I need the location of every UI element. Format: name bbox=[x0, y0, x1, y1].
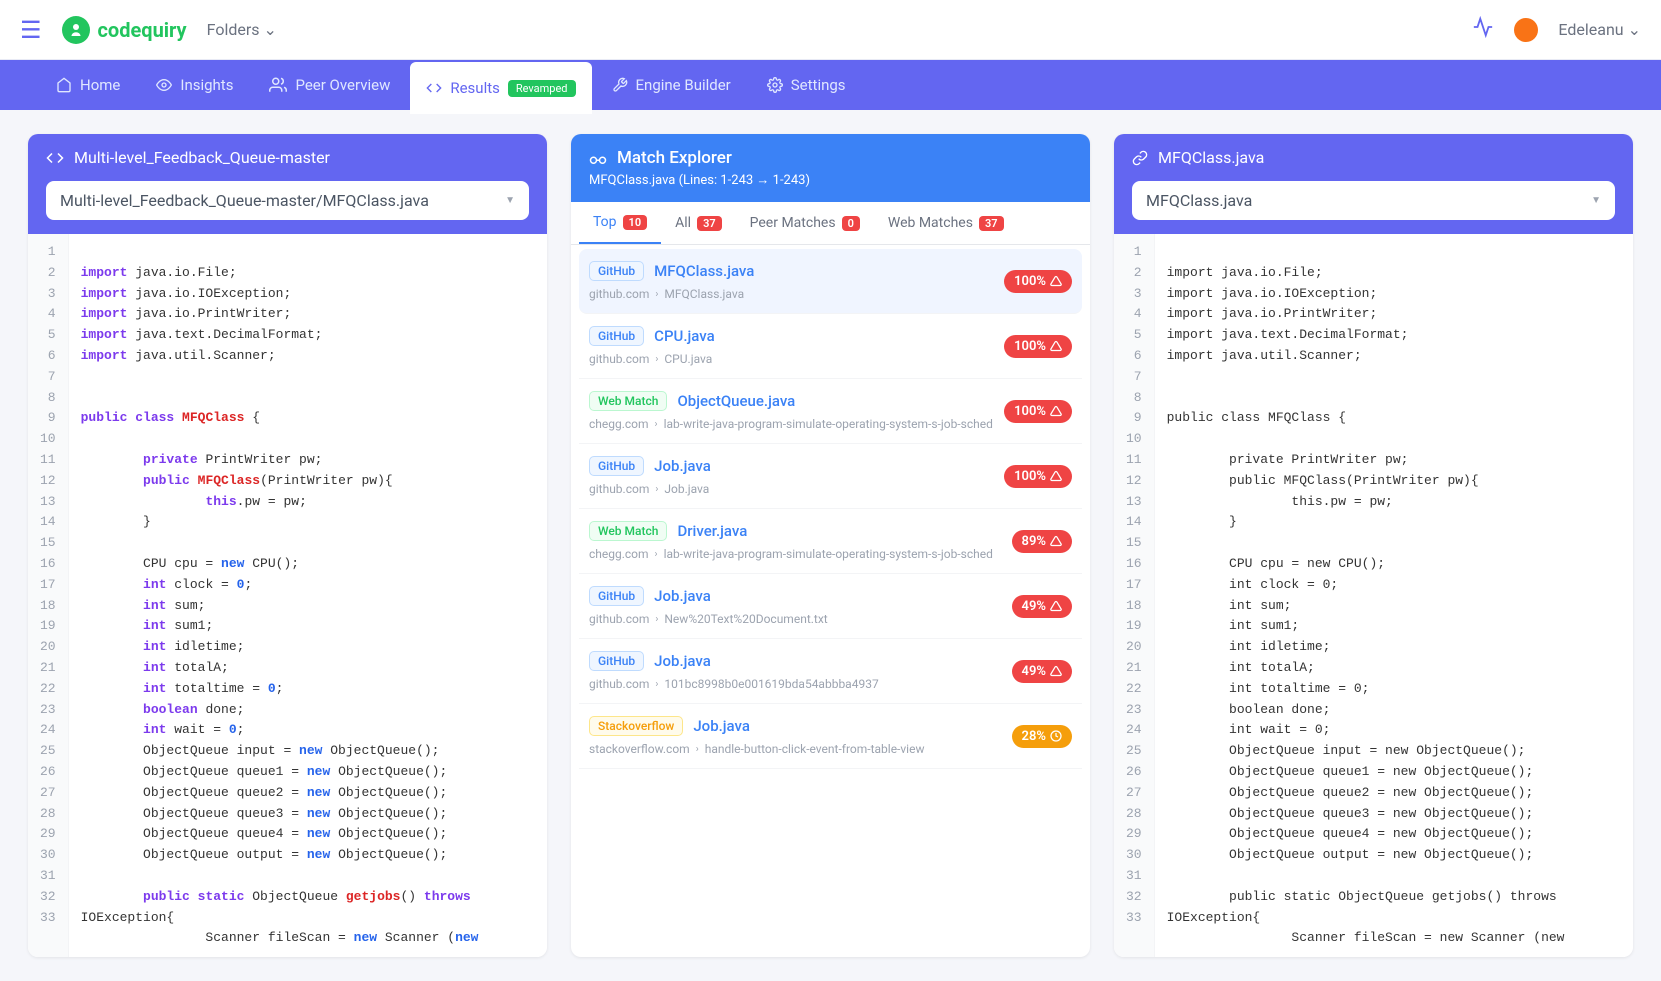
match-explorer-title: Match Explorer bbox=[617, 148, 732, 168]
tab-web-matches[interactable]: Web Matches 37 bbox=[874, 202, 1018, 244]
match-percentage-badge: 89% bbox=[1012, 530, 1072, 553]
match-tabs: Top 10 All 37 Peer Matches 0 Web Matches… bbox=[571, 202, 1090, 245]
logo-icon bbox=[62, 16, 90, 44]
file-selector-left[interactable]: Multi-level_Feedback_Queue-master/MFQCla… bbox=[46, 181, 529, 220]
top-header: ☰ codequiry Folders ⌄ Edeleanu ⌄ bbox=[0, 0, 1661, 60]
chevron-down-icon: ▼ bbox=[1591, 195, 1601, 206]
match-filename: Job.java bbox=[693, 717, 750, 735]
source-badge: GitHub bbox=[589, 651, 644, 671]
users-icon bbox=[269, 76, 287, 94]
code-content: import java.io.File; import java.io.IOEx… bbox=[69, 234, 547, 957]
match-path: github.com›New%20Text%20Document.txt bbox=[589, 612, 1012, 626]
match-code-viewer[interactable]: 1234567891011121314151617181920212223242… bbox=[1114, 234, 1633, 957]
match-item[interactable]: Web Match ObjectQueue.java chegg.com›lab… bbox=[579, 379, 1082, 444]
main-nav: Home Insights Peer Overview Results Reva… bbox=[0, 60, 1661, 110]
tab-peer-matches[interactable]: Peer Matches 0 bbox=[736, 202, 874, 244]
match-list[interactable]: GitHub MFQClass.java github.com›MFQClass… bbox=[571, 245, 1090, 957]
chevron-down-icon: ▼ bbox=[505, 195, 515, 206]
source-file-panel: Multi-level_Feedback_Queue-master Multi-… bbox=[28, 134, 547, 957]
match-percentage-badge: 100% bbox=[1004, 335, 1072, 358]
source-badge: Web Match bbox=[589, 391, 667, 411]
match-panel-title: MFQClass.java bbox=[1158, 148, 1264, 167]
line-gutter: 1234567891011121314151617181920212223242… bbox=[28, 234, 69, 957]
match-item[interactable]: Stackoverflow Job.java stackoverflow.com… bbox=[579, 704, 1082, 769]
match-path: github.com›CPU.java bbox=[589, 352, 1004, 366]
match-explorer-panel: Match Explorer MFQClass.java (Lines: 1-2… bbox=[571, 134, 1090, 957]
file-selector-right[interactable]: MFQClass.java ▼ bbox=[1132, 181, 1615, 220]
link-icon bbox=[1132, 150, 1148, 166]
source-badge: Web Match bbox=[589, 521, 667, 541]
source-badge: GitHub bbox=[589, 456, 644, 476]
settings-icon bbox=[767, 77, 783, 93]
source-code-viewer[interactable]: 1234567891011121314151617181920212223242… bbox=[28, 234, 547, 957]
nav-results[interactable]: Results Revamped bbox=[410, 62, 591, 114]
hamburger-menu-icon[interactable]: ☰ bbox=[20, 16, 42, 44]
match-item[interactable]: GitHub Job.java github.com›New%20Text%20… bbox=[579, 574, 1082, 639]
nav-home[interactable]: Home bbox=[40, 60, 136, 110]
source-panel-header: Multi-level_Feedback_Queue-master bbox=[28, 134, 547, 181]
source-badge: Stackoverflow bbox=[589, 716, 683, 736]
source-badge: GitHub bbox=[589, 261, 644, 281]
avatar[interactable] bbox=[1514, 18, 1538, 42]
line-gutter: 1234567891011121314151617181920212223242… bbox=[1114, 234, 1155, 957]
activity-icon[interactable] bbox=[1472, 16, 1494, 43]
logo-text: codequiry bbox=[98, 18, 187, 42]
match-explorer-header: Match Explorer MFQClass.java (Lines: 1-2… bbox=[571, 134, 1090, 202]
home-icon bbox=[56, 77, 72, 93]
match-explorer-subtitle: MFQClass.java (Lines: 1-243 → 1-243) bbox=[589, 172, 810, 188]
match-item[interactable]: GitHub Job.java github.com›Job.java 100% bbox=[579, 444, 1082, 509]
match-filename: CPU.java bbox=[654, 327, 715, 345]
logo[interactable]: codequiry bbox=[62, 16, 187, 44]
chevron-down-icon: ⌄ bbox=[264, 20, 277, 39]
nav-insights[interactable]: Insights bbox=[140, 60, 249, 110]
nav-settings[interactable]: Settings bbox=[751, 60, 862, 110]
match-percentage-badge: 100% bbox=[1004, 400, 1072, 423]
code-content: import java.io.File; import java.io.IOEx… bbox=[1155, 234, 1633, 957]
match-path: chegg.com›lab-write-java-program-simulat… bbox=[589, 547, 1012, 561]
match-filename: Driver.java bbox=[677, 522, 747, 540]
revamped-badge: Revamped bbox=[508, 80, 576, 97]
tab-top[interactable]: Top 10 bbox=[579, 202, 661, 244]
source-badge: GitHub bbox=[589, 326, 644, 346]
match-percentage-badge: 100% bbox=[1004, 270, 1072, 293]
user-menu[interactable]: Edeleanu ⌄ bbox=[1558, 20, 1641, 39]
folders-dropdown[interactable]: Folders ⌄ bbox=[207, 20, 277, 39]
code-icon bbox=[46, 149, 64, 167]
match-percentage-badge: 100% bbox=[1004, 465, 1072, 488]
chevron-down-icon: ⌄ bbox=[1628, 20, 1641, 39]
nav-engine-builder[interactable]: Engine Builder bbox=[596, 60, 747, 110]
match-panel-header: MFQClass.java bbox=[1114, 134, 1633, 181]
match-filename: Job.java bbox=[654, 587, 711, 605]
glasses-icon bbox=[589, 149, 607, 167]
match-percentage-badge: 49% bbox=[1012, 595, 1072, 618]
match-path: stackoverflow.com›handle-button-click-ev… bbox=[589, 742, 1012, 756]
match-filename: Job.java bbox=[654, 457, 711, 475]
tool-icon bbox=[612, 77, 628, 93]
match-file-panel: MFQClass.java MFQClass.java ▼ 1234567891… bbox=[1114, 134, 1633, 957]
match-percentage-badge: 28% bbox=[1012, 725, 1072, 748]
eye-icon bbox=[156, 77, 172, 93]
match-item[interactable]: GitHub CPU.java github.com›CPU.java 100% bbox=[579, 314, 1082, 379]
match-percentage-badge: 49% bbox=[1012, 660, 1072, 683]
nav-peer-overview[interactable]: Peer Overview bbox=[253, 60, 406, 110]
match-path: chegg.com›lab-write-java-program-simulat… bbox=[589, 417, 1004, 431]
match-path: github.com›Job.java bbox=[589, 482, 1004, 496]
tab-all[interactable]: All 37 bbox=[661, 202, 736, 244]
match-item[interactable]: GitHub Job.java github.com›101bc8998b0e0… bbox=[579, 639, 1082, 704]
match-item[interactable]: GitHub MFQClass.java github.com›MFQClass… bbox=[579, 249, 1082, 314]
match-filename: ObjectQueue.java bbox=[677, 392, 795, 410]
source-panel-title: Multi-level_Feedback_Queue-master bbox=[74, 148, 330, 167]
match-path: github.com›MFQClass.java bbox=[589, 287, 1004, 301]
match-filename: Job.java bbox=[654, 652, 711, 670]
match-path: github.com›101bc8998b0e001619bda54abbba4… bbox=[589, 677, 1012, 691]
code-icon bbox=[426, 80, 442, 96]
main-content: Multi-level_Feedback_Queue-master Multi-… bbox=[0, 110, 1661, 981]
match-item[interactable]: Web Match Driver.java chegg.com›lab-writ… bbox=[579, 509, 1082, 574]
match-filename: MFQClass.java bbox=[654, 262, 754, 280]
source-badge: GitHub bbox=[589, 586, 644, 606]
